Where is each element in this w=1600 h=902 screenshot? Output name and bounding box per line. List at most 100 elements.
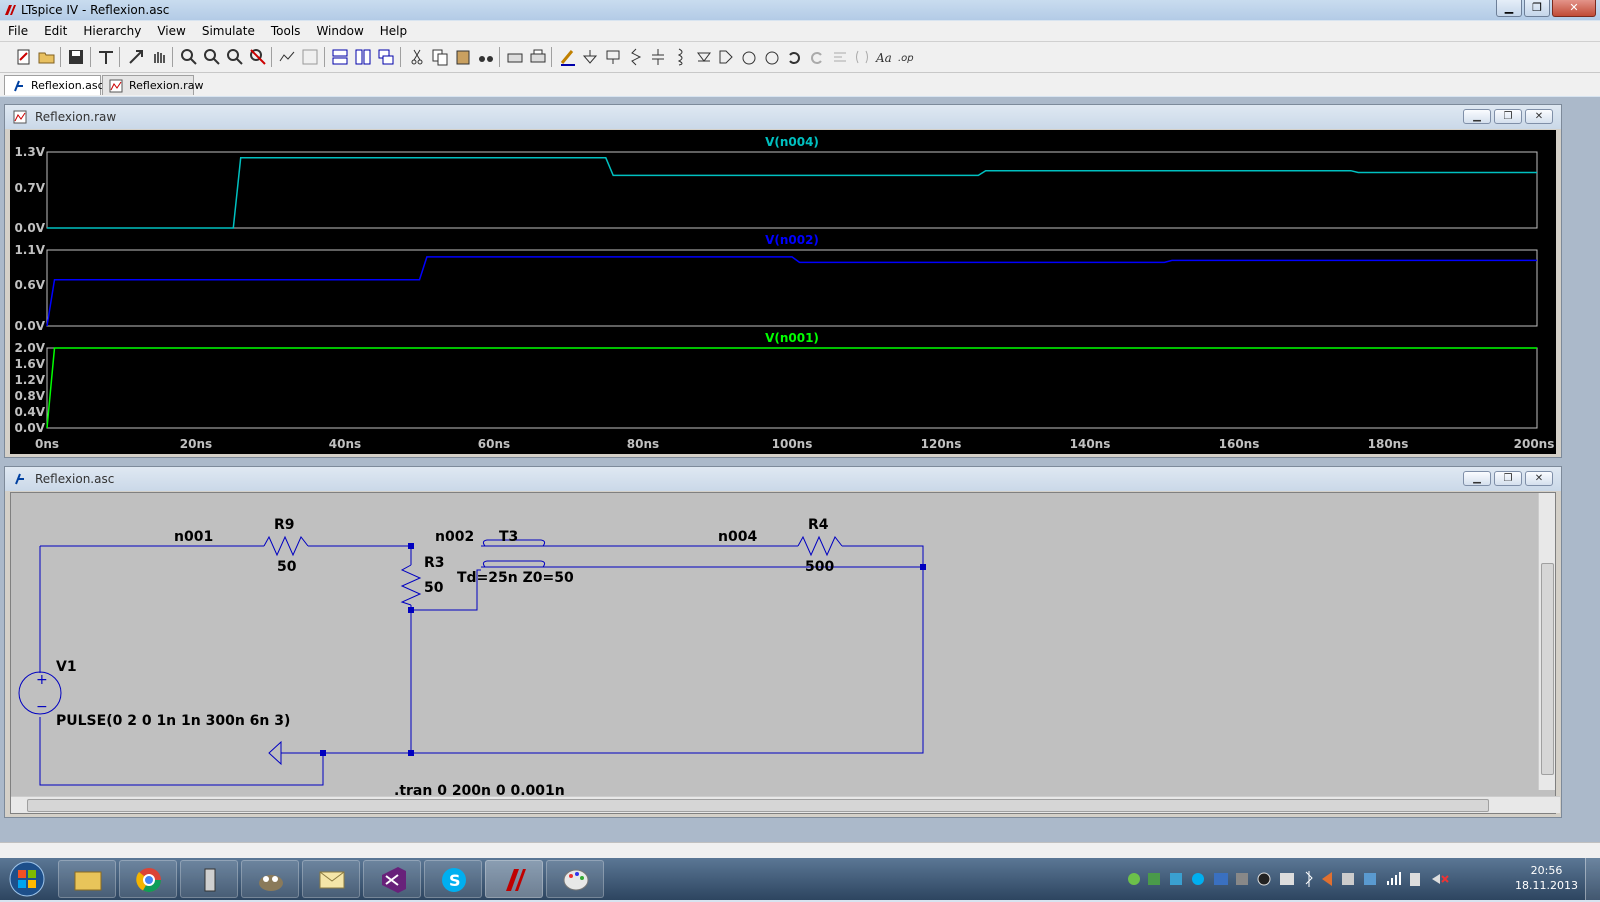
menu-file[interactable]: File (0, 24, 36, 38)
vertical-scroll-thumb[interactable] (1541, 563, 1554, 775)
menu-view[interactable]: View (149, 24, 193, 38)
capacitor-icon[interactable] (648, 47, 668, 67)
tray-update-icon (1148, 873, 1160, 885)
taskbar-ltspice-icon[interactable] (485, 860, 543, 898)
copy-icon[interactable] (430, 47, 450, 67)
tray-speaker-icon (1322, 872, 1332, 886)
show-desktop-button[interactable] (1585, 858, 1600, 900)
zoom-pan-icon[interactable] (202, 47, 222, 67)
text-icon[interactable]: Aa (874, 47, 894, 67)
schematic-horizontal-scrollbar[interactable] (11, 796, 1560, 813)
tile-vertical-icon[interactable] (353, 47, 373, 67)
print-icon[interactable] (528, 47, 548, 67)
ytick-label: 2.0V (14, 341, 45, 355)
tile-horizontal-icon[interactable] (330, 47, 350, 67)
menu-tools[interactable]: Tools (263, 24, 309, 38)
xtick-label: 180ns (1368, 437, 1409, 451)
resistor-r9-symbol (263, 535, 309, 557)
schematic-window-title: Reflexion.asc (35, 472, 115, 486)
find-icon[interactable] (476, 47, 496, 67)
label-net-icon[interactable] (603, 47, 623, 67)
taskbar-paint-icon[interactable] (546, 860, 604, 898)
schematic-minimize-button[interactable]: ▁ (1463, 471, 1491, 486)
schematic-vertical-scrollbar[interactable] (1538, 493, 1555, 790)
tray-security-icon (1128, 873, 1140, 885)
inductor-icon[interactable] (671, 47, 691, 67)
tab-schematic[interactable]: Reflexion.asc (4, 75, 104, 95)
menu-simulate[interactable]: Simulate (194, 24, 263, 38)
ground-symbol (268, 740, 282, 766)
close-button[interactable]: ✕ (1552, 0, 1596, 17)
control-panel-icon[interactable] (96, 47, 116, 67)
tray-bluetooth-icon (1305, 871, 1313, 887)
schematic-close-button[interactable]: ✕ (1525, 471, 1553, 486)
run-icon[interactable] (126, 47, 146, 67)
xtick-label: 60ns (478, 437, 510, 451)
component-icon[interactable] (716, 47, 736, 67)
xtick-label: 80ns (627, 437, 659, 451)
schematic-canvas[interactable]: + − n001 n002 n004 R9 50 R4 500 R3 50 T3… (10, 492, 1560, 814)
rotate-icon[interactable] (830, 47, 850, 67)
cut-icon[interactable] (407, 47, 427, 67)
pane-frame-n004 (46, 151, 1538, 229)
schematic-window-icon (15, 473, 24, 485)
clock[interactable]: 20:56 18.11.2013 (1515, 863, 1578, 893)
redo-icon[interactable] (807, 47, 827, 67)
taskbar-usb-icon[interactable] (180, 860, 238, 898)
zoom-in-icon[interactable] (179, 47, 199, 67)
menu-help[interactable]: Help (372, 24, 415, 38)
draw-wire-icon[interactable] (558, 47, 578, 67)
net-label-n002: n002 (435, 529, 474, 545)
start-button[interactable] (4, 860, 50, 898)
taskbar-skype-icon[interactable]: S (424, 860, 482, 898)
waveform-minimize-button[interactable]: ▁ (1463, 109, 1491, 124)
move-hand-icon[interactable] (739, 47, 759, 67)
autorange-icon[interactable] (277, 47, 297, 67)
open-folder-icon[interactable] (37, 47, 57, 67)
menu-window[interactable]: Window (308, 24, 371, 38)
xtick-label: 20ns (180, 437, 212, 451)
drag-hand-icon[interactable] (762, 47, 782, 67)
horizontal-scroll-thumb[interactable] (27, 799, 1489, 812)
delete-plot-icon[interactable] (300, 47, 320, 67)
paste-icon[interactable] (453, 47, 473, 67)
halt-icon[interactable] (149, 47, 169, 67)
new-schematic-icon[interactable] (14, 47, 34, 67)
waveform-restore-button[interactable]: ❐ (1494, 109, 1522, 124)
zoom-out-icon[interactable] (225, 47, 245, 67)
r4-name: R4 (808, 517, 829, 533)
trace-title-n002: V(n002) (765, 233, 819, 247)
diode-icon[interactable] (694, 47, 714, 67)
resistor-icon[interactable] (626, 47, 646, 67)
schematic-restore-button[interactable]: ❐ (1494, 471, 1522, 486)
taskbar-visual-studio-icon[interactable] (363, 860, 421, 898)
window-title: LTspice IV - Reflexion.asc (21, 3, 170, 17)
minimize-button[interactable]: ▁ (1496, 0, 1522, 17)
tab-waveform[interactable]: Reflexion.raw (102, 75, 203, 95)
print-preview-icon[interactable] (505, 47, 525, 67)
taskbar-mail-icon[interactable] (302, 860, 360, 898)
taskbar-chrome-icon[interactable] (119, 860, 177, 898)
save-icon[interactable] (66, 47, 86, 67)
ytick-label: 1.6V (14, 357, 45, 371)
tray-skype-icon (1192, 873, 1204, 885)
spice-directive-icon[interactable]: .op (897, 47, 917, 67)
svg-text:.op: .op (898, 53, 914, 64)
t3-name: T3 (499, 529, 518, 545)
resistor-r4-symbol (797, 535, 843, 557)
maximize-button[interactable]: ❐ (1524, 0, 1550, 17)
ground-icon[interactable] (580, 47, 600, 67)
waveform-tab-icon (109, 79, 123, 93)
menu-edit[interactable]: Edit (36, 24, 75, 38)
waveform-close-button[interactable]: ✕ (1525, 109, 1553, 124)
mirror-icon[interactable] (852, 47, 872, 67)
xtick-label: 120ns (921, 437, 962, 451)
taskbar-explorer-icon[interactable] (58, 860, 116, 898)
tray-windows-icon (1364, 873, 1376, 885)
zoom-fit-icon[interactable] (248, 47, 268, 67)
taskbar-gimp-icon[interactable] (241, 860, 299, 898)
waveform-plot-area[interactable]: V(n004) V(n002) V(n001) 1.3V 0.7V 0.0V 1… (10, 130, 1556, 454)
undo-icon[interactable] (784, 47, 804, 67)
cascade-icon[interactable] (376, 47, 396, 67)
menu-hierarchy[interactable]: Hierarchy (75, 24, 149, 38)
